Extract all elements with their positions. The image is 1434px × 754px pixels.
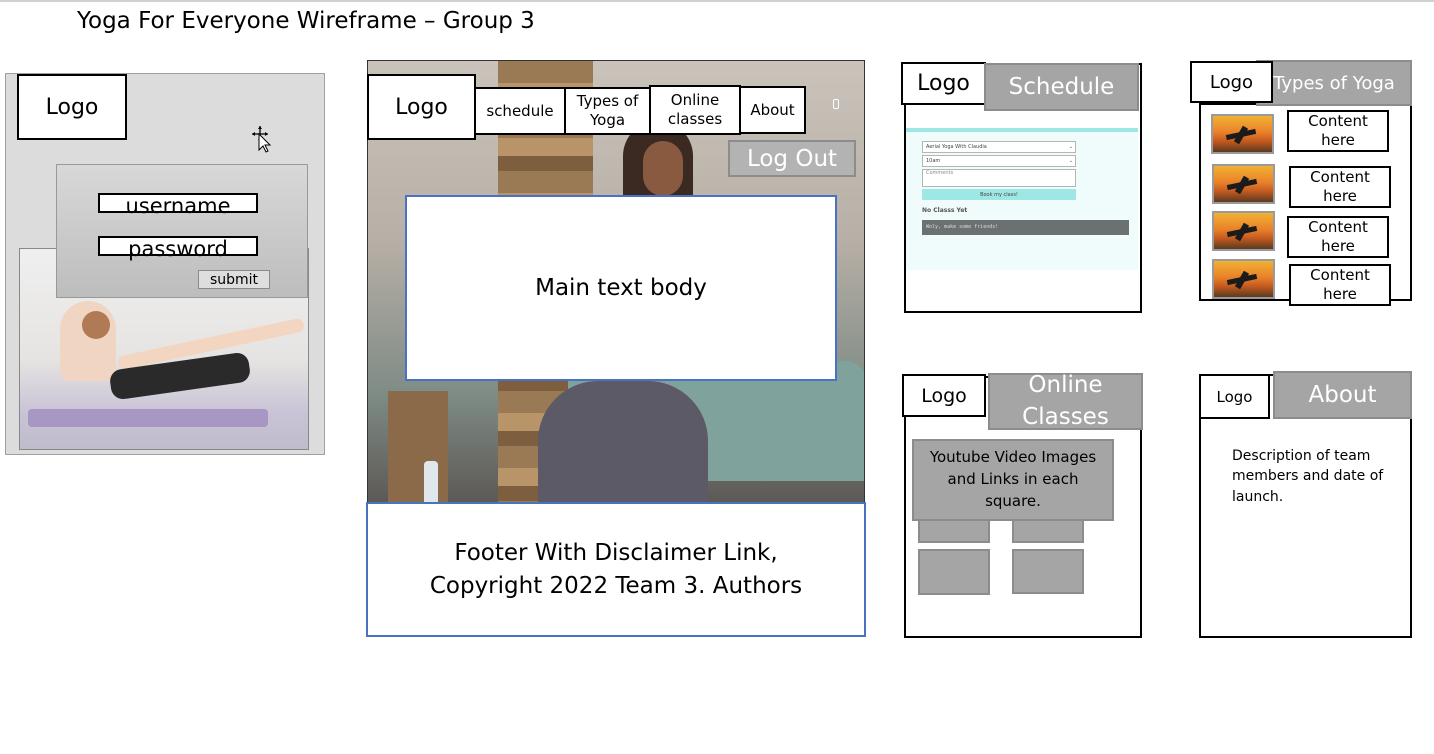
footer: Footer With Disclaimer Link, Copyright 2… [366,502,866,637]
types-content-2: Content here [1289,166,1391,208]
home-logo: Logo [367,74,476,140]
chevron-down-icon: ⌄ [1068,158,1073,164]
class-select-value: Aerial Yoga With Claudia [926,144,987,150]
time-select-value: 10am [926,158,941,164]
types-logo: Logo [1190,61,1273,103]
schedule-message: Woly, make some friends! [922,220,1129,235]
book-class-button[interactable]: Book my class! [922,189,1076,200]
types-content-3: Content here [1287,216,1389,258]
no-classes-text: No Classs Yet [922,207,968,214]
login-form [56,164,308,298]
yoga-thumbnail-3 [1212,211,1275,251]
yoga-thumbnail-4 [1212,259,1275,299]
yoga-thumbnail-1 [1211,114,1274,154]
chevron-down-icon: ⌄ [1068,144,1073,150]
nav-schedule[interactable]: schedule [474,87,566,135]
online-heading: Online Classes [988,372,1143,430]
top-border [0,0,1434,2]
submit-button[interactable]: submit [198,270,270,289]
schedule-logo: Logo [901,62,986,105]
comments-field[interactable]: Comments [922,169,1076,187]
password-field[interactable]: password [98,236,258,259]
yoga-thumbnail-2 [1212,164,1275,204]
page-marker-icon [833,99,839,109]
online-logo: Logo [902,374,986,417]
time-select[interactable]: 10am ⌄ [922,155,1076,167]
video-description: Youtube Video Images and Links in each s… [912,439,1114,521]
nav-types-of-yoga[interactable]: Types of Yoga [564,87,651,135]
schedule-heading: Schedule [984,63,1139,111]
about-description: Description of team members and date of … [1232,448,1384,505]
about-logo: Logo [1199,374,1270,419]
video-square-4[interactable] [1012,549,1084,594]
login-logo: Logo [17,74,127,140]
page-title: Yoga For Everyone Wireframe – Group 3 [77,8,535,34]
nav-about[interactable]: About [739,86,806,134]
class-select[interactable]: Aerial Yoga With Claudia ⌄ [922,141,1076,153]
about-heading: About [1273,371,1412,419]
types-content-4: Content here [1289,264,1391,306]
logout-button[interactable]: Log Out [728,140,856,177]
username-field[interactable]: username [98,193,258,216]
nav-online-classes[interactable]: Online classes [649,85,741,135]
types-heading: Types of Yoga [1256,60,1412,106]
cursor-move-icon [250,125,274,153]
types-content-1: Content here [1287,110,1389,152]
video-square-3[interactable] [918,549,990,595]
main-text-body: Main text body [405,195,837,381]
